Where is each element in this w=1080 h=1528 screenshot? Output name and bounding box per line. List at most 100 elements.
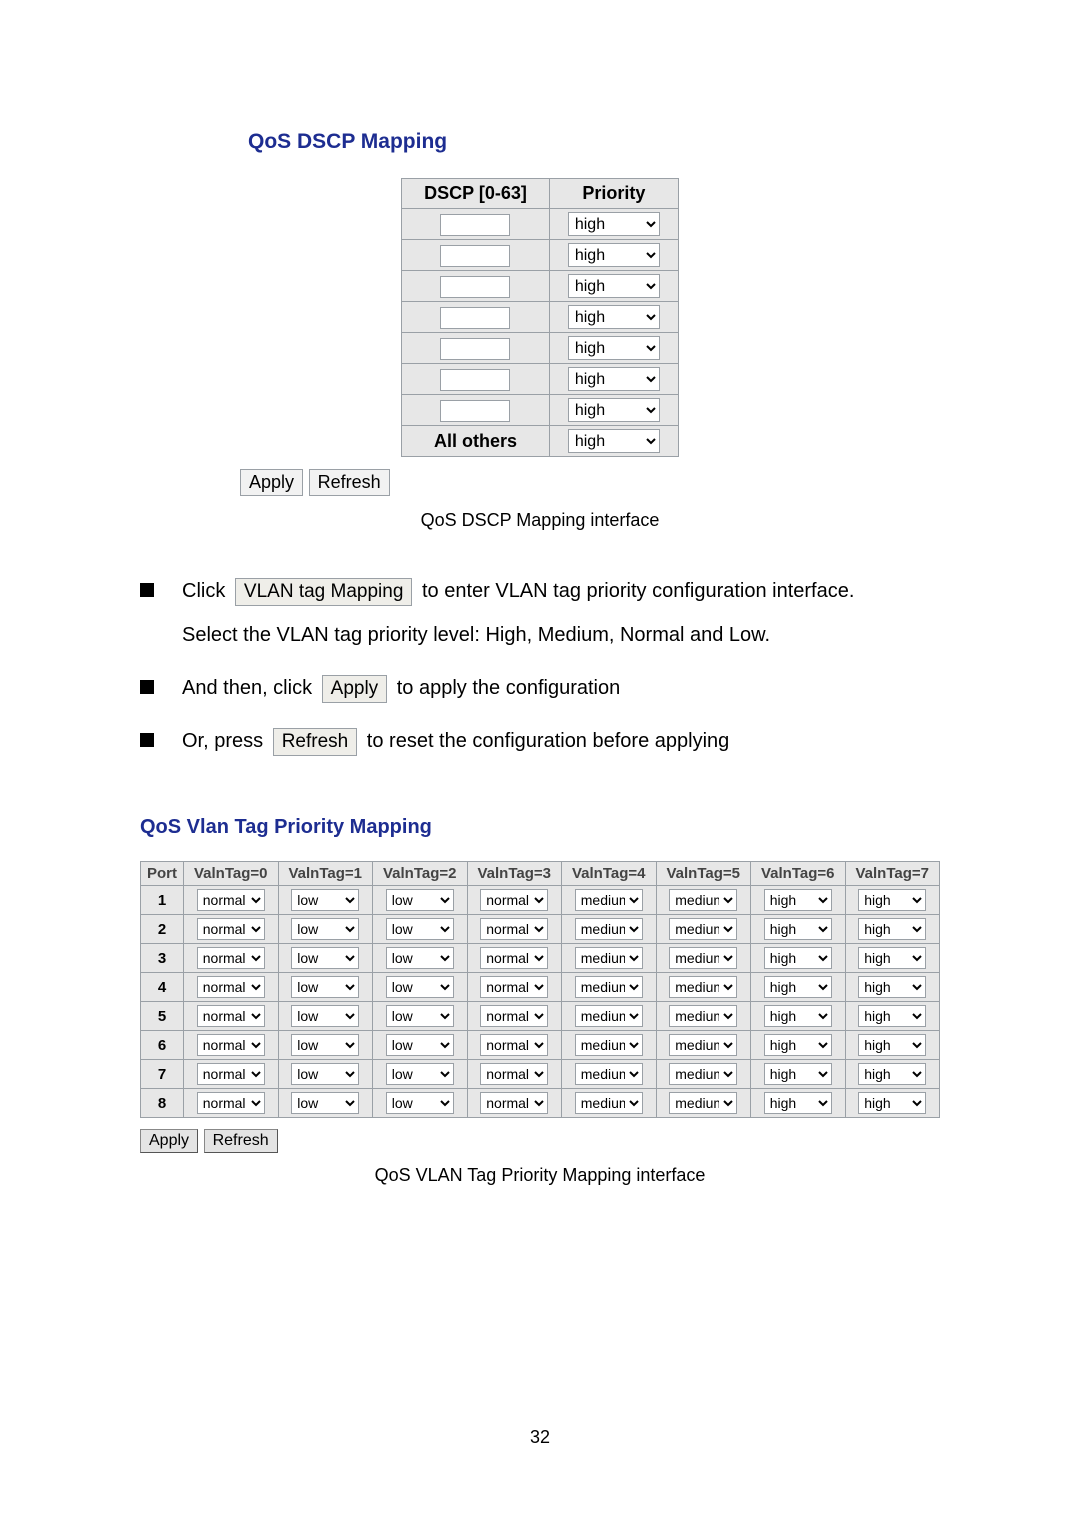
- vlantag-select[interactable]: high: [858, 889, 926, 911]
- vlantag-select[interactable]: high: [858, 1034, 926, 1056]
- vlantag-select[interactable]: medium: [575, 918, 643, 940]
- priority-select[interactable]: high: [568, 274, 660, 298]
- vlan-row: 1 normal low low normal medium medium high high: [141, 886, 940, 915]
- vlantag-select[interactable]: low: [386, 1005, 454, 1027]
- vlan-row: 8 normal low low normal medium medium high high: [141, 1089, 940, 1118]
- vlantag-select[interactable]: normal: [197, 947, 265, 969]
- vlantag-select[interactable]: medium: [669, 976, 737, 998]
- vlantag-select[interactable]: high: [858, 1092, 926, 1114]
- vlantag-select[interactable]: low: [291, 976, 359, 998]
- vlantag-select[interactable]: low: [386, 889, 454, 911]
- vlantag-select[interactable]: high: [764, 918, 832, 940]
- apply-button[interactable]: Apply: [140, 1129, 198, 1153]
- vlantag-select[interactable]: low: [291, 947, 359, 969]
- priority-select[interactable]: high: [568, 367, 660, 391]
- vlantag-select[interactable]: normal: [480, 1034, 548, 1056]
- vlantag-select[interactable]: high: [764, 1063, 832, 1085]
- vlantag-select[interactable]: normal: [197, 1034, 265, 1056]
- vlantag-select[interactable]: medium: [669, 1005, 737, 1027]
- dscp-input[interactable]: [440, 276, 510, 298]
- refresh-button[interactable]: Refresh: [204, 1129, 278, 1153]
- refresh-button[interactable]: Refresh: [309, 469, 390, 496]
- vlantag-select[interactable]: low: [386, 918, 454, 940]
- dscp-input[interactable]: [440, 307, 510, 329]
- priority-select[interactable]: high: [568, 243, 660, 267]
- vlantag-select[interactable]: high: [764, 947, 832, 969]
- vlan-row: 6normallowlownormalmediummediumhighhigh: [141, 1031, 940, 1060]
- dscp-input[interactable]: [440, 214, 510, 236]
- vlantag-select[interactable]: medium: [575, 1034, 643, 1056]
- vlantag-select[interactable]: low: [291, 1063, 359, 1085]
- vlan-tag-mapping-button[interactable]: VLAN tag Mapping: [235, 578, 413, 606]
- refresh-button-inline[interactable]: Refresh: [273, 728, 358, 756]
- vlantag-select[interactable]: high: [764, 1005, 832, 1027]
- vlantag-select[interactable]: medium: [669, 1034, 737, 1056]
- vlantag-select[interactable]: normal: [197, 1092, 265, 1114]
- port-cell: 8: [141, 1089, 184, 1118]
- vlantag-select[interactable]: high: [858, 918, 926, 940]
- priority-select[interactable]: high: [568, 336, 660, 360]
- vlantag-select[interactable]: normal: [480, 976, 548, 998]
- dscp-input[interactable]: [440, 338, 510, 360]
- vlantag-select[interactable]: medium: [575, 889, 643, 911]
- vlantag-select[interactable]: normal: [480, 889, 548, 911]
- instruction-item: And then, click Apply to apply the confi…: [140, 668, 940, 707]
- vlantag-select[interactable]: medium: [669, 918, 737, 940]
- vlantag-select[interactable]: medium: [669, 1063, 737, 1085]
- vlantag-select[interactable]: high: [858, 1005, 926, 1027]
- priority-select[interactable]: high: [568, 398, 660, 422]
- vlantag-select[interactable]: low: [291, 918, 359, 940]
- vlantag-select[interactable]: normal: [197, 889, 265, 911]
- priority-select[interactable]: high: [568, 212, 660, 236]
- priority-select[interactable]: high: [568, 429, 660, 453]
- vlantag-select[interactable]: normal: [480, 918, 548, 940]
- vlan-mapping-section: QoS Vlan Tag Priority Mapping PortValnTa…: [140, 816, 940, 1186]
- vlantag-select[interactable]: medium: [575, 1092, 643, 1114]
- dscp-input[interactable]: [440, 369, 510, 391]
- vlantag-select[interactable]: medium: [575, 947, 643, 969]
- dscp-row: high: [402, 364, 679, 395]
- vlantag-select[interactable]: high: [858, 947, 926, 969]
- dscp-buttons: Apply Refresh: [240, 469, 840, 496]
- vlantag-select[interactable]: medium: [669, 947, 737, 969]
- vlantag-select[interactable]: normal: [197, 976, 265, 998]
- vlan-row: 5normallowlownormalmediummediumhighhigh: [141, 1002, 940, 1031]
- dscp-row: high: [402, 302, 679, 333]
- apply-button[interactable]: Apply: [240, 469, 303, 496]
- vlantag-select[interactable]: high: [764, 976, 832, 998]
- vlantag-select[interactable]: low: [386, 1092, 454, 1114]
- vlantag-select[interactable]: medium: [575, 976, 643, 998]
- vlantag-select[interactable]: high: [858, 976, 926, 998]
- vlantag-select[interactable]: low: [386, 976, 454, 998]
- vlantag-select[interactable]: normal: [197, 1063, 265, 1085]
- vlantag-select[interactable]: low: [386, 947, 454, 969]
- vlantag-select[interactable]: normal: [480, 947, 548, 969]
- vlantag-select[interactable]: low: [386, 1063, 454, 1085]
- dscp-input[interactable]: [440, 245, 510, 267]
- vlantag-select[interactable]: high: [764, 1034, 832, 1056]
- vlantag-select[interactable]: high: [858, 1063, 926, 1085]
- vlantag-select[interactable]: medium: [575, 1063, 643, 1085]
- vlantag-select[interactable]: normal: [197, 918, 265, 940]
- vlantag-select[interactable]: low: [291, 889, 359, 911]
- vlantag-select[interactable]: low: [291, 1005, 359, 1027]
- instruction-item: Or, press Refresh to reset the configura…: [140, 721, 940, 760]
- vlan-row: 4normallowlownormalmediummediumhighhigh: [141, 973, 940, 1002]
- vlantag-select[interactable]: low: [291, 1092, 359, 1114]
- vlantag-select[interactable]: normal: [197, 1005, 265, 1027]
- vlantag-select[interactable]: high: [764, 889, 832, 911]
- vlantag-select[interactable]: medium: [669, 889, 737, 911]
- vlantag-select[interactable]: medium: [669, 1092, 737, 1114]
- priority-select[interactable]: high: [568, 305, 660, 329]
- vlantag-select[interactable]: low: [386, 1034, 454, 1056]
- apply-button-inline[interactable]: Apply: [322, 675, 388, 703]
- vlantag-select[interactable]: medium: [575, 1005, 643, 1027]
- vlantag-select[interactable]: normal: [480, 1063, 548, 1085]
- port-cell: 1: [141, 886, 184, 915]
- vlantag-select[interactable]: high: [764, 1092, 832, 1114]
- vlantag-select[interactable]: normal: [480, 1005, 548, 1027]
- vlantag-select[interactable]: normal: [480, 1092, 548, 1114]
- vlantag-select[interactable]: low: [291, 1034, 359, 1056]
- dscp-table: DSCP [0-63] Priority highhighhighhighhig…: [401, 178, 679, 457]
- dscp-input[interactable]: [440, 400, 510, 422]
